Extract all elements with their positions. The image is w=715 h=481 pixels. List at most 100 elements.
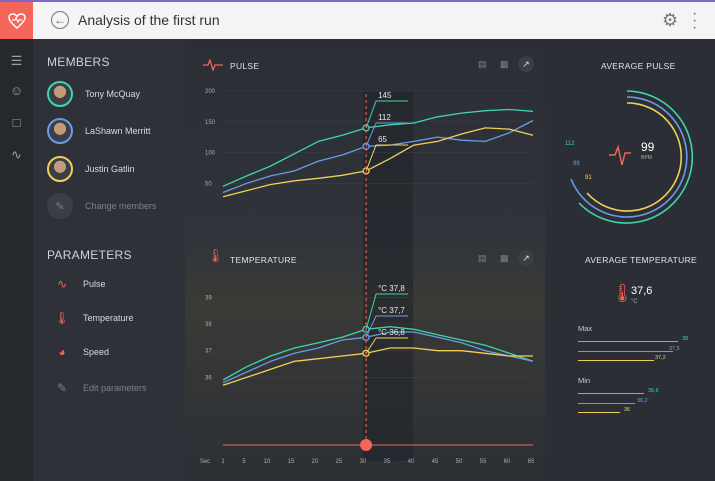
timeline-slider-handle[interactable] (360, 439, 373, 451)
average-pulse-gauge (570, 90, 694, 224)
average-pulse-unit: BPM (641, 155, 652, 161)
pulse-title: PULSE (230, 61, 260, 71)
timeline-tick-label: 35 (384, 459, 391, 465)
activity-icon[interactable]: ∿ (0, 147, 33, 163)
timeline-tick-label: 55 (480, 459, 487, 465)
max-value: 37,5 (669, 346, 680, 352)
speedometer-icon: ◕ (58, 345, 66, 359)
pencil-icon: ✎ (56, 381, 68, 395)
member-item[interactable]: Tony McQuay (47, 81, 140, 107)
avatar (47, 118, 73, 144)
callout-value: 145 (378, 91, 392, 100)
min-label: Min (578, 376, 591, 385)
edit-parameters-button[interactable]: ✎ Edit parameters (51, 379, 147, 397)
line-chart-toggle-icon[interactable]: ↗ (518, 56, 534, 72)
change-members-button[interactable]: ✎ Change members (47, 193, 157, 219)
member-item[interactable]: Justin Gatlin (47, 156, 135, 182)
max-value: 38 (682, 336, 689, 342)
members-title: MEMBERS (47, 55, 110, 69)
min-value: 36 (624, 407, 631, 413)
parameter-label: Speed (83, 347, 110, 357)
average-temperature-title: AVERAGE TEMPERATURE (585, 255, 697, 265)
change-members-label: Change members (85, 201, 157, 211)
line-chart-toggle-icon[interactable]: ↗ (518, 250, 534, 266)
summary-panel: AVERAGE PULSE 112 98 91 99 BPM AVERAGE T… (545, 39, 715, 481)
bar-chart-toggle-icon[interactable]: ▩ (500, 59, 509, 70)
y-tick-label: 36 (205, 375, 212, 381)
parameters-title: PARAMETERS (47, 248, 132, 262)
chart-area: 200 150 100 50 145 112 65 39 38 37 36 °C 37,8 °C 37… (185, 39, 545, 481)
nav-rail: ☰ ☺ □ ∿ (0, 39, 33, 481)
average-temperature-unit: °C (631, 299, 638, 305)
average-temperature-value: 37,6 (631, 285, 653, 297)
parameter-label: Temperature (83, 313, 134, 323)
timeline-tick-label: 50 (456, 459, 463, 465)
parameter-pulse[interactable]: ∿ Pulse (51, 275, 106, 293)
parameter-label: Pulse (83, 279, 106, 289)
member-name: Tony McQuay (85, 89, 141, 99)
min-value: 36,6 (648, 388, 659, 394)
y-tick-label: 200 (205, 89, 216, 95)
average-pulse-value: 99 (641, 140, 655, 154)
timeline-tick-label: 1 (221, 459, 225, 465)
timeline-tick-label: 25 (336, 459, 343, 465)
top-bar: ← Analysis of the first run ⚙ · · · (0, 0, 715, 39)
pulse-icon: ∿ (56, 277, 68, 291)
area-chart-toggle-icon[interactable]: ▤ (478, 253, 487, 264)
timeline-tick-label: 30 (360, 459, 367, 465)
max-label: Max (578, 324, 593, 333)
pulse-icon (203, 59, 223, 71)
callout-value: °C 36,8 (378, 328, 405, 337)
user-icon[interactable]: ☺ (0, 83, 33, 98)
timeline-tick-label: 20 (312, 459, 319, 465)
page-title: Analysis of the first run (78, 12, 220, 28)
sidebar: MEMBERS Tony McQuay LaShawn Merritt Just… (33, 39, 185, 481)
y-tick-label: 39 (205, 295, 212, 301)
timeline-tick-label: 65 (528, 459, 535, 465)
max-value: 37,2 (655, 355, 666, 361)
average-pulse-title: AVERAGE PULSE (601, 61, 676, 71)
pencil-icon: ✎ (47, 193, 73, 219)
timeline-tick-label: 5 (242, 459, 246, 465)
pulse-label-justin: 91 (585, 175, 592, 181)
min-bar (578, 409, 620, 413)
gear-icon[interactable]: ⚙ (662, 10, 678, 31)
parameter-temperature[interactable]: 🌡 Temperature (51, 309, 134, 327)
max-bar (578, 338, 678, 342)
timeline-tick-label: Sec (200, 459, 210, 465)
area-chart-toggle-icon[interactable]: ▤ (478, 59, 487, 70)
member-name: Justin Gatlin (85, 164, 135, 174)
thermometer-icon: 🌡 (54, 311, 70, 325)
callout-value: °C 37,7 (378, 306, 405, 315)
temperature-title: TEMPERATURE (230, 255, 297, 265)
y-tick-label: 50 (205, 181, 212, 187)
y-tick-label: 100 (205, 151, 216, 157)
y-tick-label: 37 (205, 349, 212, 355)
timeline-tick-label: 15 (288, 459, 295, 465)
timeline-tick-label: 45 (432, 459, 439, 465)
max-bar (578, 357, 654, 361)
y-tick-label: 38 (205, 322, 212, 328)
avatar (47, 81, 73, 107)
callout-value: °C 37,8 (378, 284, 405, 293)
max-bar (578, 348, 673, 352)
bar-chart-toggle-icon[interactable]: ▩ (500, 253, 509, 264)
timeline-tick-label: 40 (408, 459, 415, 465)
more-options-icon[interactable]: · · · (692, 6, 697, 36)
min-value: 36,2 (637, 398, 648, 404)
menu-icon[interactable]: ☰ (0, 53, 33, 69)
member-name: LaShawn Merritt (85, 126, 151, 136)
callout-value: 112 (378, 113, 391, 122)
y-tick-label: 150 (205, 120, 216, 126)
back-arrow-icon[interactable]: ← (51, 11, 69, 29)
member-item[interactable]: LaShawn Merritt (47, 118, 151, 144)
timeline-tick-label: 60 (504, 459, 511, 465)
heart-logo-icon[interactable] (0, 2, 33, 39)
callout-value: 65 (378, 135, 387, 144)
edit-parameters-label: Edit parameters (83, 383, 147, 393)
avatar (47, 156, 73, 182)
bookmark-icon[interactable]: □ (0, 115, 33, 130)
pulse-label-tony: 112 (565, 141, 575, 147)
parameter-speed[interactable]: ◕ Speed (51, 343, 109, 361)
thermometer-icon: 🌡 (207, 248, 224, 263)
